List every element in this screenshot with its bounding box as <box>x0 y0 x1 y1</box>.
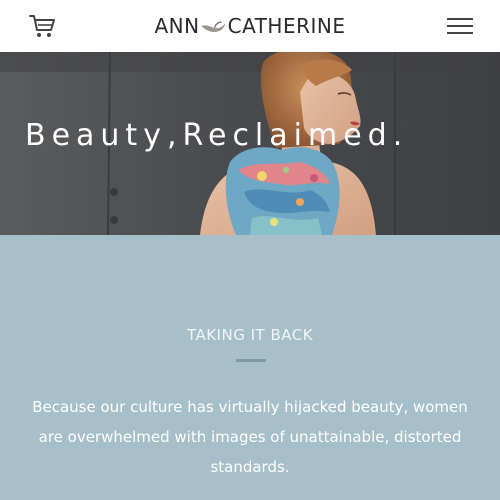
logo-text-first: Ann <box>154 14 200 38</box>
about-section: TAKING IT BACK Because our culture has v… <box>0 235 500 500</box>
cart-button[interactable] <box>28 12 56 40</box>
hero-title: Beauty,Reclaimed. <box>25 118 409 153</box>
hamburger-menu-icon <box>447 18 473 34</box>
section-body-text: Because our culture has virtually hijack… <box>32 398 468 476</box>
brand-logo[interactable]: Ann Catherine <box>155 12 346 40</box>
logo-text-second: Catherine <box>227 14 346 38</box>
hero-banner: Beauty,Reclaimed. <box>0 52 500 235</box>
menu-button[interactable] <box>446 12 474 40</box>
site-header: Ann Catherine <box>0 0 500 52</box>
shopping-cart-icon <box>29 15 55 37</box>
section-divider <box>236 359 266 362</box>
bird-icon <box>201 21 226 32</box>
section-heading: TAKING IT BACK <box>186 326 314 344</box>
page: Ann Catherine <box>0 0 500 500</box>
